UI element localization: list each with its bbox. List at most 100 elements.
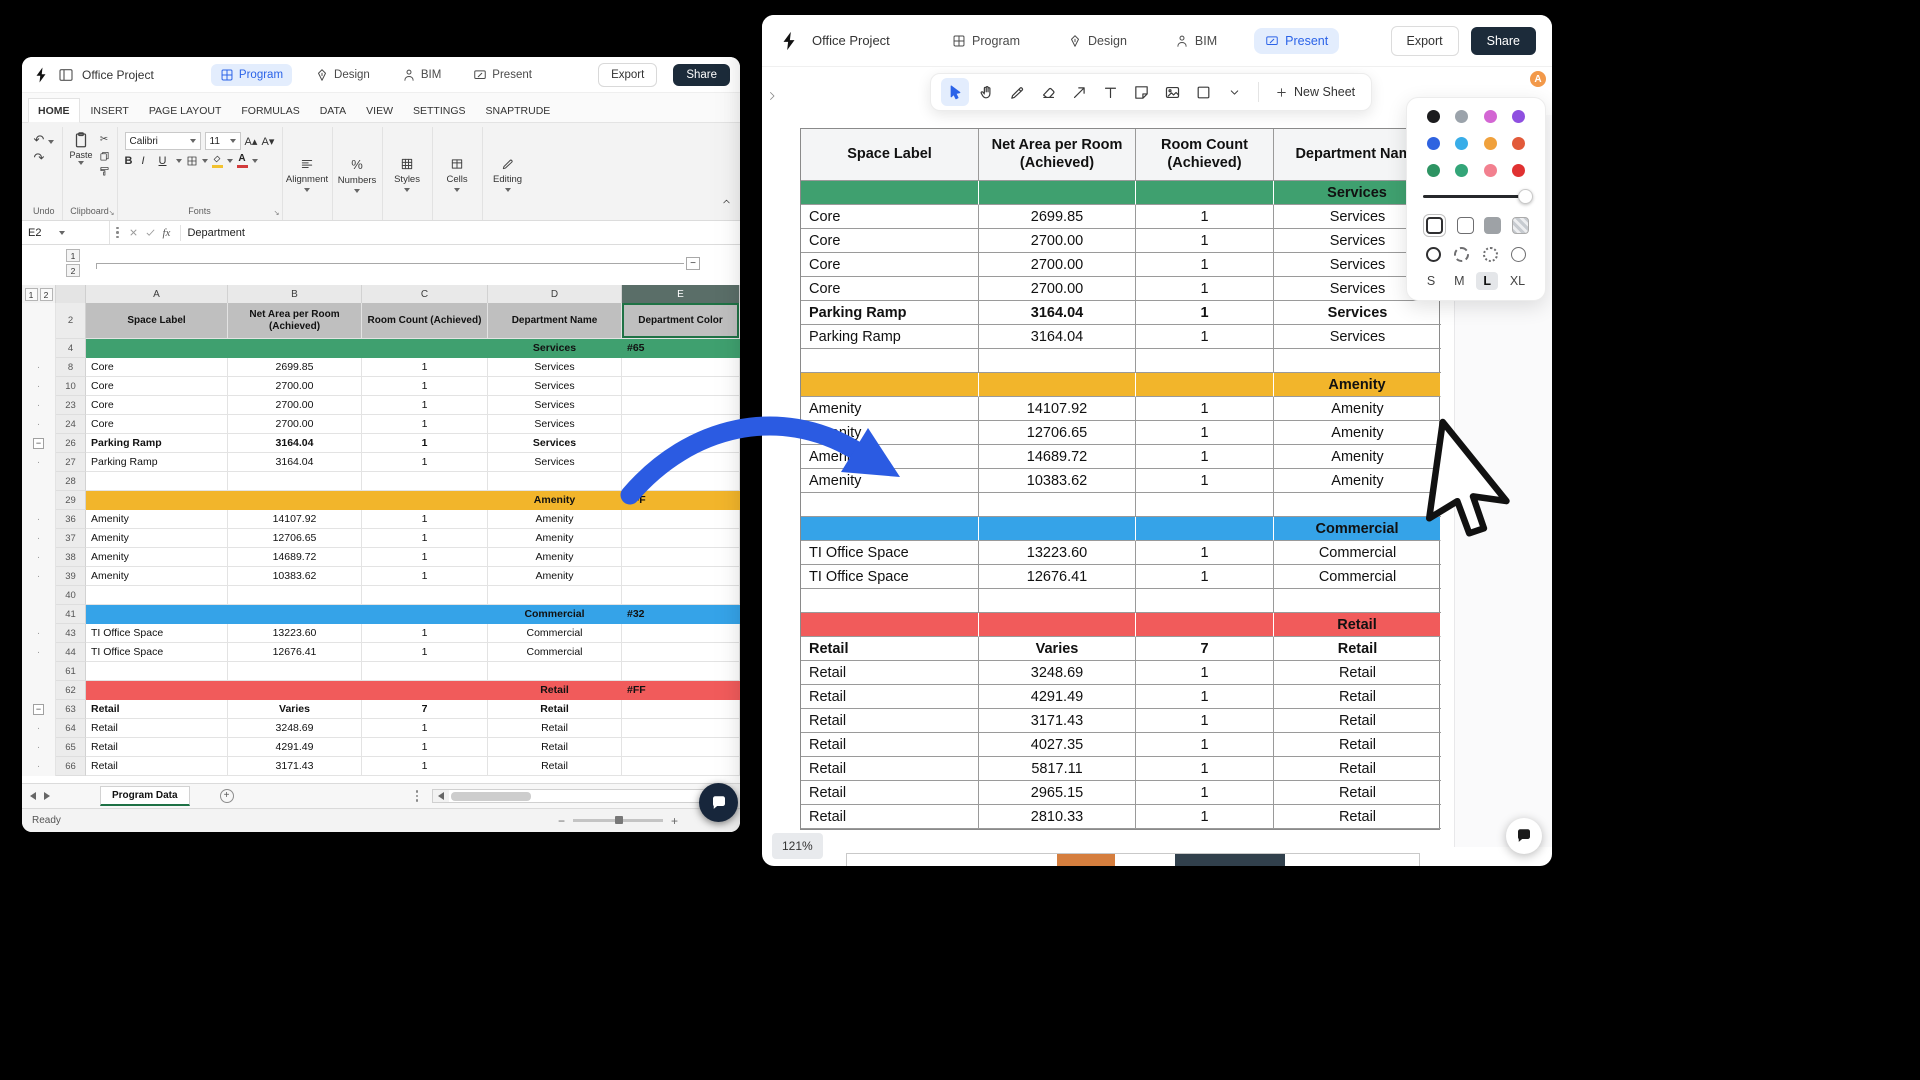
cell[interactable]: 1 [362,529,488,548]
ribbon-tab-insert[interactable]: INSERT [82,99,138,122]
cell[interactable] [488,662,622,681]
ribbon-tab-snaptrude[interactable]: SNAPTRUDE [477,99,560,122]
row-number[interactable]: 8 [56,358,86,377]
cell[interactable]: 3164.04 [228,434,362,453]
chat-button[interactable] [1506,818,1542,854]
cell[interactable]: Core [86,415,228,434]
table-row[interactable]: Retail [801,613,1439,637]
cell[interactable]: 1 [362,548,488,567]
color-swatch[interactable] [1512,110,1525,123]
increase-font-icon[interactable]: A▴ [245,135,258,148]
fill-style-gray[interactable] [1484,217,1501,234]
cell[interactable]: 10383.62 [228,567,362,586]
cell[interactable] [979,493,1136,517]
sheet-row[interactable]: ·37Amenity12706.651Amenity [22,529,740,548]
collapse-ribbon-chevron[interactable] [721,194,732,212]
cell[interactable] [362,472,488,491]
cell[interactable]: 1 [1136,445,1274,469]
row-number[interactable]: 40 [56,586,86,605]
cell[interactable]: Retail [1274,685,1441,709]
cell[interactable] [801,181,979,205]
cell[interactable] [801,589,979,613]
cell[interactable] [1136,613,1274,637]
row-number[interactable]: 4 [56,339,86,358]
header-cell[interactable]: Department Name [488,303,622,339]
column-header-d[interactable]: D [488,285,622,303]
cell[interactable]: Services [488,358,622,377]
cell[interactable]: 10383.62 [979,469,1136,493]
header-cell[interactable]: Space Label [86,303,228,339]
column-header-c[interactable]: C [362,285,488,303]
cell[interactable]: 3171.43 [228,757,362,776]
cell[interactable]: Core [86,377,228,396]
nav-present[interactable]: Present [464,64,541,86]
cell[interactable]: 1 [1136,805,1274,829]
more-options-icon[interactable] [116,227,119,239]
chat-button[interactable] [699,783,738,822]
cell[interactable]: 2699.85 [228,358,362,377]
eraser-tool[interactable] [1034,78,1062,106]
cell[interactable]: Retail [801,709,979,733]
table-row[interactable]: Retail2965.151Retail [801,781,1439,805]
table-row[interactable]: Core2700.001Services [801,229,1439,253]
cell[interactable] [228,472,362,491]
cell[interactable]: Core [801,277,979,301]
size-l[interactable]: L [1476,272,1498,290]
cell[interactable] [228,605,362,624]
color-swatch[interactable] [1455,137,1468,150]
table-row[interactable] [801,589,1439,613]
cell[interactable]: Retail [488,757,622,776]
sheet-row[interactable]: ·66Retail3171.431Retail [22,757,740,776]
cell[interactable]: Retail [86,700,228,719]
nav-design[interactable]: Design [1057,28,1138,54]
stroke-style-thin[interactable] [1511,247,1526,262]
row-number[interactable]: 61 [56,662,86,681]
cell[interactable]: Retail [801,661,979,685]
cell[interactable]: 14107.92 [979,397,1136,421]
cell[interactable] [1274,349,1441,373]
size-m[interactable]: M [1447,272,1471,290]
cell[interactable] [622,548,740,567]
paste-button[interactable]: Paste [70,131,93,177]
cell[interactable]: Services [488,339,622,358]
sheet-options-icon[interactable] [416,790,419,802]
sheet-row[interactable]: ·8Core2699.851Services [22,358,740,377]
cell[interactable]: 1 [1136,541,1274,565]
sheet-row[interactable]: 4Services#65 [22,339,740,358]
cell[interactable] [86,605,228,624]
cell[interactable]: Amenity [1274,421,1441,445]
next-sheet-icon[interactable] [44,792,50,800]
cell[interactable]: 1 [1136,469,1274,493]
cut-icon[interactable]: ✂ [100,133,108,147]
cell[interactable]: Retail [1274,661,1441,685]
row-number[interactable]: 37 [56,529,86,548]
cell[interactable]: Amenity [1274,373,1441,397]
borders-icon[interactable] [186,155,198,167]
cell[interactable]: Retail [1274,805,1441,829]
cell[interactable]: 1 [362,567,488,586]
table-row[interactable]: Retail2810.331Retail [801,805,1439,829]
sheet-row[interactable]: 41Commercial#32 [22,605,740,624]
row-number[interactable]: 28 [56,472,86,491]
cell[interactable]: Retail [488,738,622,757]
collapse-row-button[interactable]: − [33,438,44,449]
alignment-group-button[interactable]: Alignment [283,127,333,220]
cell[interactable] [362,586,488,605]
cell[interactable]: 2965.15 [979,781,1136,805]
sticky-note-tool[interactable] [1127,78,1155,106]
cell[interactable] [622,757,740,776]
cell[interactable]: Amenity [86,529,228,548]
cell[interactable]: Retail [488,719,622,738]
cancel-icon[interactable] [128,227,139,238]
fill-color-icon[interactable] [212,154,223,168]
cell[interactable]: Retail [1274,709,1441,733]
cell[interactable] [622,358,740,377]
cell[interactable]: Varies [979,637,1136,661]
color-swatch[interactable] [1484,164,1497,177]
font-color-icon[interactable]: A [237,154,248,168]
zoom-slider-knob[interactable] [615,816,623,824]
cell[interactable]: 1 [362,738,488,757]
cell[interactable]: Retail [801,733,979,757]
sheet-row[interactable]: ·38Amenity14689.721Amenity [22,548,740,567]
sheet-row[interactable]: ·39Amenity10383.621Amenity [22,567,740,586]
